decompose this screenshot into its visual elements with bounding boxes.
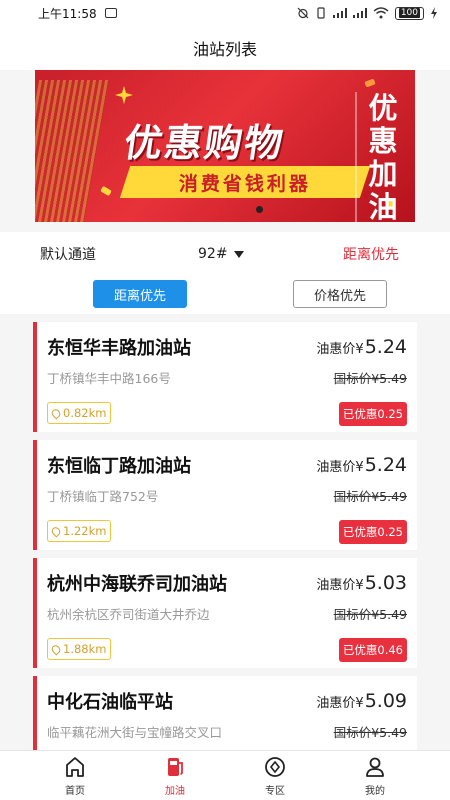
- alarm-off-icon: [297, 7, 309, 19]
- bottom-nav: 首页 加油 专区 我的: [0, 750, 450, 800]
- home-icon: [64, 755, 86, 779]
- user-icon: [364, 755, 386, 779]
- station-address: 丁桥镇临丁路752号: [47, 489, 159, 504]
- distance-value: 0.82km: [63, 406, 107, 420]
- standard-price: 国标价¥5.49: [333, 607, 407, 622]
- banner-headline: 优惠购物: [121, 121, 288, 165]
- standard-price: 国标价¥5.49: [333, 725, 407, 740]
- filter-row: 默认通道 92# 距离优先: [0, 232, 450, 276]
- banner-ribbon: 消费省钱利器: [119, 166, 371, 198]
- banner-ribbon-text: 消费省钱利器: [178, 172, 311, 195]
- channel-filter[interactable]: 默认通道: [40, 244, 96, 264]
- title-bar: 油站列表: [0, 26, 450, 70]
- price-value: 5.03: [364, 572, 407, 594]
- fuel-type-dropdown[interactable]: 92#: [198, 246, 244, 262]
- price-label: 油惠价¥: [316, 460, 364, 475]
- price-label: 油惠价¥: [316, 696, 364, 711]
- distance-value: 1.88km: [63, 642, 107, 656]
- location-pin-icon: [49, 642, 63, 656]
- station-card[interactable]: 东恒临丁路加油站 丁桥镇临丁路752号 1.22km 油惠价¥5.24 国标价¥…: [33, 440, 417, 550]
- nav-zone-label: 专区: [265, 786, 285, 797]
- discount-price: 油惠价¥5.03: [316, 572, 407, 594]
- battery-level: 100: [398, 7, 420, 18]
- location-pin-icon: [49, 406, 63, 420]
- tab-distance-first[interactable]: 距离优先: [93, 280, 187, 308]
- signal-icon-2: [352, 8, 367, 18]
- station-card[interactable]: 中化石油临平站 临平藕花洲大街与宝幢路交叉口 油惠价¥5.09 国标价¥5.49: [33, 676, 417, 750]
- discount-price: 油惠价¥5.24: [316, 454, 407, 476]
- distance-value: 1.22km: [63, 524, 107, 538]
- fuel-pump-icon: [164, 755, 186, 779]
- caret-down-icon: [233, 250, 244, 258]
- price-value: 5.24: [364, 454, 407, 476]
- price-label: 油惠价¥: [316, 342, 364, 357]
- confetti-decoration: [100, 185, 112, 197]
- discount-price: 油惠价¥5.09: [316, 690, 407, 712]
- battery-icon: 100: [394, 6, 424, 20]
- sort-tabs: 距离优先 价格优先: [0, 276, 450, 314]
- standard-price: 国标价¥5.49: [333, 489, 407, 504]
- standard-price: 国标价¥5.49: [333, 371, 407, 386]
- station-address: 临平藕花洲大街与宝幢路交叉口: [47, 725, 223, 740]
- vibrate-icon: [317, 7, 325, 19]
- banner-vertical-text: 优惠加油: [355, 92, 403, 222]
- status-icons: 100: [297, 6, 438, 20]
- station-name: 杭州中海联乔司加油站: [47, 574, 227, 595]
- page-title: 油站列表: [192, 40, 257, 59]
- station-name: 东恒临丁路加油站: [47, 456, 191, 477]
- message-icon: [104, 8, 117, 18]
- status-time: 上午11:58: [38, 6, 97, 21]
- promo-banner[interactable]: 优惠购物 消费省钱利器 优惠加油: [35, 70, 415, 222]
- sort-filter[interactable]: 距离优先: [343, 244, 399, 264]
- distance-badge: 0.82km: [47, 402, 112, 424]
- price-value: 5.24: [364, 336, 407, 358]
- station-list[interactable]: 东恒华丰路加油站 丁桥镇华丰中路166号 0.82km 油惠价¥5.24 国标价…: [0, 314, 450, 750]
- distance-badge: 1.88km: [47, 638, 112, 660]
- tab-price-first[interactable]: 价格优先: [293, 280, 387, 308]
- nav-fuel-label: 加油: [165, 786, 185, 797]
- nav-fuel[interactable]: 加油: [145, 755, 205, 799]
- zone-icon: [264, 755, 286, 779]
- carousel-indicator[interactable]: [256, 206, 263, 213]
- nav-home[interactable]: 首页: [45, 755, 105, 799]
- nav-home-label: 首页: [65, 786, 85, 797]
- nav-mine-label: 我的: [365, 786, 385, 797]
- price-label: 油惠价¥: [316, 578, 364, 593]
- price-value: 5.09: [364, 690, 407, 712]
- confetti-decoration: [364, 78, 376, 88]
- fuel-type-value: 92#: [198, 246, 228, 262]
- signal-icon: [332, 8, 347, 18]
- station-card[interactable]: 杭州中海联乔司加油站 杭州余杭区乔司街道大井乔边 1.88km 油惠价¥5.03…: [33, 558, 417, 668]
- station-address: 丁桥镇华丰中路166号: [47, 371, 171, 386]
- wifi-icon: [373, 7, 389, 19]
- location-pin-icon: [49, 524, 63, 538]
- station-address: 杭州余杭区乔司街道大井乔边: [47, 607, 210, 622]
- station-name: 东恒华丰路加油站: [47, 338, 191, 359]
- discount-badge: 已优惠0.25: [338, 402, 407, 426]
- discount-badge: 已优惠0.25: [338, 520, 407, 544]
- nav-mine[interactable]: 我的: [345, 755, 405, 799]
- sparkle-icon: [115, 86, 133, 104]
- station-card[interactable]: 东恒华丰路加油站 丁桥镇华丰中路166号 0.82km 油惠价¥5.24 国标价…: [33, 322, 417, 432]
- charging-icon: [431, 7, 437, 19]
- distance-badge: 1.22km: [47, 520, 112, 542]
- discount-badge: 已优惠0.46: [338, 638, 407, 662]
- nav-zone[interactable]: 专区: [245, 755, 305, 799]
- station-name: 中化石油临平站: [47, 692, 173, 713]
- discount-price: 油惠价¥5.24: [316, 336, 407, 358]
- banner-stripe-decoration: [35, 80, 110, 222]
- status-bar: 上午11:58 100: [0, 0, 450, 26]
